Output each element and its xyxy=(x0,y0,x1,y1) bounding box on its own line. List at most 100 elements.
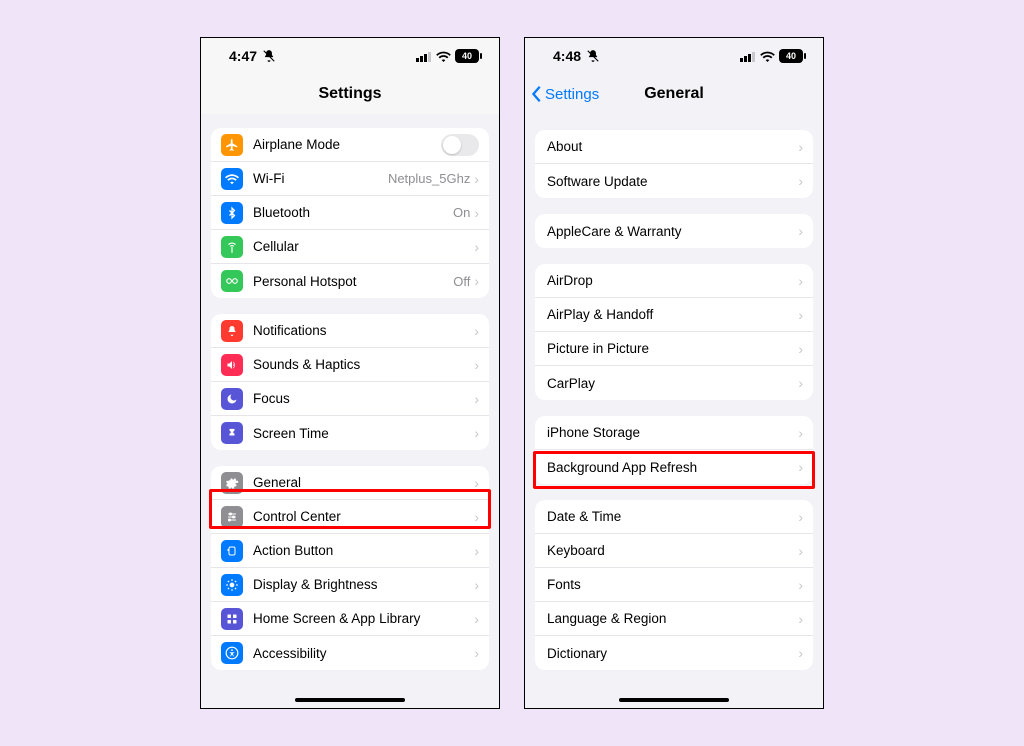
cellular-signal-icon xyxy=(740,51,756,62)
chevron-right-icon: › xyxy=(474,475,479,491)
row-label: Airplane Mode xyxy=(253,137,441,152)
action-button-icon xyxy=(221,540,243,562)
settings-group-alerts: Notifications › Sounds & Haptics › Focus… xyxy=(211,314,489,450)
chevron-right-icon: › xyxy=(798,307,803,323)
hotspot-icon xyxy=(221,270,243,292)
airplane-toggle[interactable] xyxy=(441,134,479,156)
nav-bar: Settings xyxy=(201,74,499,114)
chevron-right-icon: › xyxy=(474,205,479,221)
chevron-right-icon: › xyxy=(798,341,803,357)
accessibility-icon xyxy=(221,642,243,664)
row-label: Keyboard xyxy=(547,543,798,558)
chevron-right-icon: › xyxy=(798,375,803,391)
row-hotspot[interactable]: Personal Hotspot Off › xyxy=(211,264,489,298)
settings-group-general: General › Control Center › Action Button… xyxy=(211,466,489,670)
row-fonts[interactable]: Fonts › xyxy=(535,568,813,602)
bell-slash-icon xyxy=(262,49,276,63)
row-language-region[interactable]: Language & Region › xyxy=(535,602,813,636)
chevron-right-icon: › xyxy=(474,323,479,339)
row-control-center[interactable]: Control Center › xyxy=(211,500,489,534)
general-group-storage: iPhone Storage › Background App Refresh … xyxy=(535,416,813,484)
status-bar: 4:48 40 xyxy=(525,38,823,74)
row-software-update[interactable]: Software Update › xyxy=(535,164,813,198)
chevron-right-icon: › xyxy=(474,357,479,373)
phone-settings-general: 4:48 40 Settings General About › Softwar… xyxy=(524,37,824,709)
antenna-icon xyxy=(221,236,243,258)
row-label: Date & Time xyxy=(547,509,798,524)
chevron-right-icon: › xyxy=(474,391,479,407)
battery-indicator: 40 xyxy=(455,49,479,63)
row-background-app-refresh[interactable]: Background App Refresh › xyxy=(535,450,813,484)
row-keyboard[interactable]: Keyboard › xyxy=(535,534,813,568)
status-time: 4:48 xyxy=(553,48,581,64)
row-sounds[interactable]: Sounds & Haptics › xyxy=(211,348,489,382)
sliders-icon xyxy=(221,506,243,528)
row-dictionary[interactable]: Dictionary › xyxy=(535,636,813,670)
general-group-applecare: AppleCare & Warranty › xyxy=(535,214,813,248)
chevron-right-icon: › xyxy=(474,425,479,441)
wifi-icon xyxy=(436,51,451,62)
back-label: Settings xyxy=(545,86,599,103)
row-bluetooth[interactable]: Bluetooth On › xyxy=(211,196,489,230)
row-notifications[interactable]: Notifications › xyxy=(211,314,489,348)
row-label: AirDrop xyxy=(547,273,798,288)
chevron-right-icon: › xyxy=(474,273,479,289)
row-iphone-storage[interactable]: iPhone Storage › xyxy=(535,416,813,450)
row-accessibility[interactable]: Accessibility › xyxy=(211,636,489,670)
chevron-right-icon: › xyxy=(798,577,803,593)
settings-group-connectivity: Airplane Mode Wi-Fi Netplus_5Ghz › Bluet… xyxy=(211,128,489,298)
row-display[interactable]: Display & Brightness › xyxy=(211,568,489,602)
row-label: About xyxy=(547,139,798,154)
wifi-icon xyxy=(221,168,243,190)
chevron-right-icon: › xyxy=(798,139,803,155)
chevron-right-icon: › xyxy=(474,543,479,559)
row-airplane-mode[interactable]: Airplane Mode xyxy=(211,128,489,162)
row-label: Language & Region xyxy=(547,611,798,626)
row-picture-in-picture[interactable]: Picture in Picture › xyxy=(535,332,813,366)
row-wifi[interactable]: Wi-Fi Netplus_5Ghz › xyxy=(211,162,489,196)
row-date-time[interactable]: Date & Time › xyxy=(535,500,813,534)
chevron-right-icon: › xyxy=(798,425,803,441)
phone-settings-main: 4:47 40 Settings Airplane Mode Wi-Fi Net… xyxy=(200,37,500,709)
speaker-icon xyxy=(221,354,243,376)
chevron-right-icon: › xyxy=(798,173,803,189)
moon-icon xyxy=(221,388,243,410)
row-label: Bluetooth xyxy=(253,205,453,220)
cellular-signal-icon xyxy=(416,51,432,62)
bell-slash-icon xyxy=(586,49,600,63)
gear-icon xyxy=(221,472,243,494)
row-general[interactable]: General › xyxy=(211,466,489,500)
row-label: Wi-Fi xyxy=(253,171,388,186)
row-label: CarPlay xyxy=(547,376,798,391)
row-label: Display & Brightness xyxy=(253,577,474,592)
row-applecare[interactable]: AppleCare & Warranty › xyxy=(535,214,813,248)
bell-icon xyxy=(221,320,243,342)
row-label: Software Update xyxy=(547,174,798,189)
row-label: Picture in Picture xyxy=(547,341,798,356)
status-time: 4:47 xyxy=(229,48,257,64)
row-home-screen[interactable]: Home Screen & App Library › xyxy=(211,602,489,636)
row-carplay[interactable]: CarPlay › xyxy=(535,366,813,400)
row-focus[interactable]: Focus › xyxy=(211,382,489,416)
general-group-about: About › Software Update › xyxy=(535,130,813,198)
row-label: Cellular xyxy=(253,239,474,254)
row-about[interactable]: About › xyxy=(535,130,813,164)
home-indicator xyxy=(619,698,729,702)
row-cellular[interactable]: Cellular › xyxy=(211,230,489,264)
back-button[interactable]: Settings xyxy=(531,74,599,114)
battery-indicator: 40 xyxy=(779,49,803,63)
chevron-right-icon: › xyxy=(474,577,479,593)
row-airdrop[interactable]: AirDrop › xyxy=(535,264,813,298)
row-label: Accessibility xyxy=(253,646,474,661)
hourglass-icon xyxy=(221,422,243,444)
grid-icon xyxy=(221,608,243,630)
row-label: AppleCare & Warranty xyxy=(547,224,798,239)
row-action-button[interactable]: Action Button › xyxy=(211,534,489,568)
row-label: iPhone Storage xyxy=(547,425,798,440)
chevron-right-icon: › xyxy=(474,171,479,187)
general-group-datetime: Date & Time › Keyboard › Fonts › Languag… xyxy=(535,500,813,670)
row-label: General xyxy=(253,475,474,490)
row-airplay-handoff[interactable]: AirPlay & Handoff › xyxy=(535,298,813,332)
row-screen-time[interactable]: Screen Time › xyxy=(211,416,489,450)
row-label: Focus xyxy=(253,391,474,406)
